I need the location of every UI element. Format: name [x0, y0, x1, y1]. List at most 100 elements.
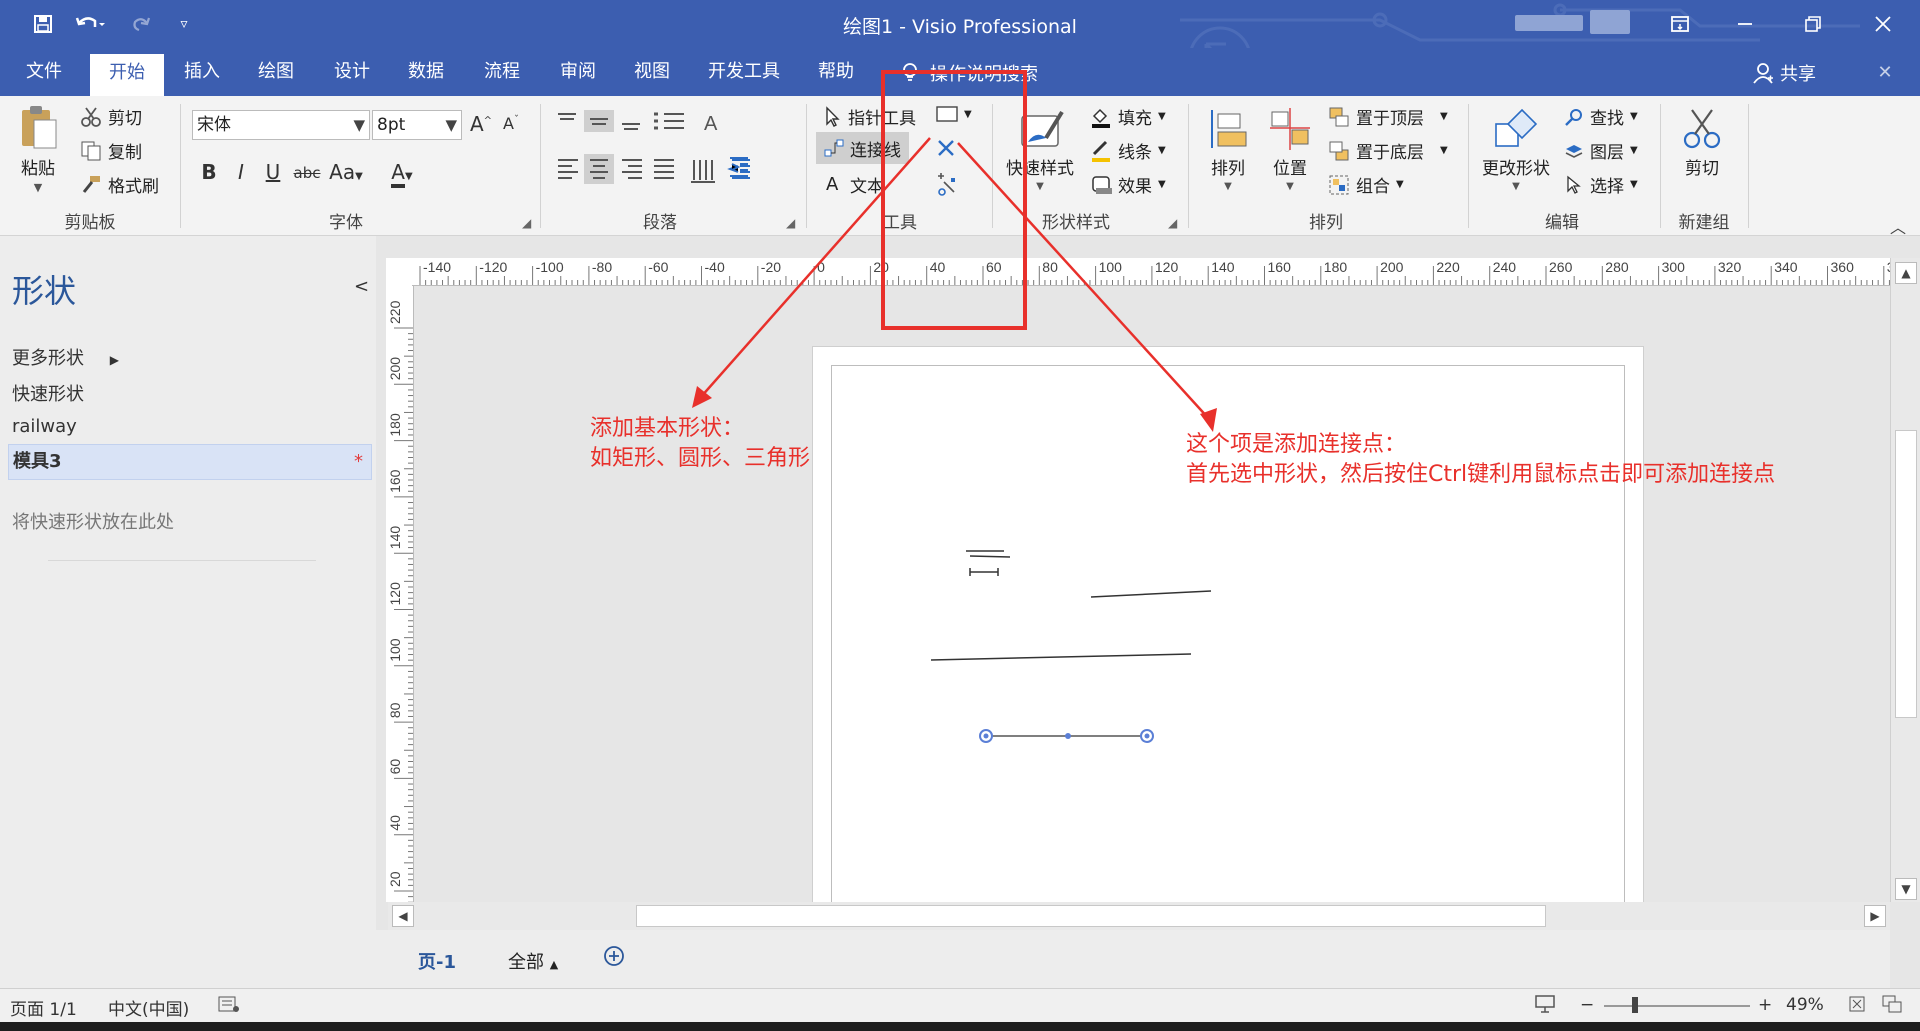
font-group-label: 字体	[329, 213, 363, 233]
tab-home[interactable]: 开始	[90, 54, 164, 96]
scroll-down-icon[interactable]: ▼	[1895, 878, 1917, 900]
tab-draw[interactable]: 绘图	[244, 48, 308, 96]
italic-button[interactable]: I	[228, 160, 254, 184]
connector-tool-button[interactable]: 连接线	[816, 132, 909, 164]
tab-review[interactable]: 审阅	[546, 48, 610, 96]
quick-shapes-item[interactable]: 快速形状	[12, 380, 84, 406]
tab-view[interactable]: 视图	[620, 48, 684, 96]
tab-developer[interactable]: 开发工具	[698, 48, 790, 96]
format-painter-button[interactable]: 格式刷	[80, 172, 159, 197]
horizontal-scrollbar[interactable]: ◀ ▶	[388, 902, 1890, 930]
change-shape-button[interactable]: 更改形状 ▼	[1482, 106, 1550, 192]
stencil-railway-item[interactable]: railway	[12, 416, 77, 437]
annotation-connection-point-line-2: 首先选中形状，然后按住Ctrl键利用鼠标点击即可添加连接点	[1186, 462, 1776, 487]
dimension-shape[interactable]	[969, 568, 999, 576]
select-button[interactable]: 选择 ▼	[1564, 172, 1638, 197]
connector-icon	[824, 139, 844, 157]
line-button[interactable]: 线条 ▼	[1090, 138, 1166, 163]
vertical-scroll-thumb[interactable]	[1895, 430, 1917, 718]
strikethrough-button[interactable]: abc	[290, 164, 324, 182]
connection-point-tool-icon[interactable]	[934, 172, 958, 196]
arrange-button[interactable]: 排列 ▼	[1206, 106, 1250, 192]
grow-font-button[interactable]: A^	[468, 112, 494, 136]
text-tool-button[interactable]: A 文本	[826, 172, 884, 197]
new-group-cut-button[interactable]: 剪切	[1680, 106, 1724, 179]
short-line-shape[interactable]	[969, 555, 1011, 558]
presentation-mode-icon[interactable]	[1534, 995, 1556, 1018]
avatar[interactable]	[1590, 10, 1630, 34]
horizontal-scroll-thumb[interactable]	[636, 905, 1546, 927]
zoom-slider[interactable]	[1604, 1005, 1750, 1007]
underline-button[interactable]: U	[260, 160, 286, 184]
close-x-blue-icon[interactable]	[936, 138, 956, 158]
all-pages-label: 全部	[508, 952, 544, 973]
share-button[interactable]: 共享	[1752, 60, 1816, 86]
switch-windows-icon[interactable]	[1882, 995, 1902, 1018]
rectangle-tool-button[interactable]: ▼	[936, 106, 972, 122]
ribbon-display-icon[interactable]	[1660, 6, 1700, 42]
bring-to-front-button[interactable]: 置于顶层 ▼	[1328, 104, 1448, 129]
change-case-button[interactable]: Aa▼	[326, 160, 366, 184]
stencil-mold3-item[interactable]: 模具3 *	[8, 444, 372, 480]
chevron-down-icon: ▼	[1440, 111, 1448, 122]
zoom-slider-thumb[interactable]	[1632, 997, 1638, 1013]
connector-endpoint-dot	[983, 733, 989, 739]
connector-midpoint-handle[interactable]	[1065, 733, 1071, 739]
copy-button[interactable]: 复制	[80, 138, 142, 163]
drawing-canvas[interactable]	[414, 286, 1890, 902]
add-page-button[interactable]	[602, 944, 626, 973]
tab-data[interactable]: 数据	[394, 48, 458, 96]
tab-file[interactable]: 文件	[14, 48, 74, 96]
fill-button[interactable]: 填充 ▼	[1090, 104, 1166, 129]
vertical-scrollbar[interactable]: ▲ ▼	[1890, 258, 1920, 902]
tab-help[interactable]: 帮助	[804, 48, 868, 96]
line-shape[interactable]	[1090, 590, 1212, 598]
fit-page-icon[interactable]	[1848, 995, 1866, 1018]
more-shapes-item[interactable]: 更多形状 ▶	[12, 344, 119, 370]
cut-button[interactable]: 剪切	[80, 104, 142, 129]
zoom-out-button[interactable]: −	[1580, 995, 1594, 1015]
page-number-status[interactable]: 页面 1/1	[10, 995, 77, 1020]
minimize-icon[interactable]	[1722, 6, 1768, 42]
line-shape[interactable]	[930, 653, 1192, 661]
ruler-label: 80	[1042, 259, 1058, 275]
tab-insert[interactable]: 插入	[170, 48, 234, 96]
close-window-icon[interactable]	[1860, 6, 1906, 42]
collapse-pane-icon[interactable]: <	[354, 276, 369, 297]
tab-design[interactable]: 设计	[320, 48, 384, 96]
paste-button[interactable]: 粘贴 ▼	[18, 104, 58, 194]
zoom-in-button[interactable]: +	[1758, 995, 1772, 1015]
font-size-select[interactable]: 8pt ▼	[372, 110, 462, 140]
scroll-left-icon[interactable]: ◀	[392, 905, 414, 927]
bold-button[interactable]: B	[196, 160, 222, 184]
send-to-back-button[interactable]: 置于底层 ▼	[1328, 138, 1448, 163]
font-dialog-launcher-icon[interactable]: ◢	[522, 216, 531, 230]
all-pages-button[interactable]: 全部 ▲	[508, 948, 558, 974]
page-tab-1[interactable]: 页-1	[418, 948, 456, 974]
shape-styles-dialog-launcher-icon[interactable]: ◢	[1168, 216, 1177, 230]
scroll-right-icon[interactable]: ▶	[1864, 905, 1886, 927]
find-button[interactable]: 查找 ▼	[1564, 104, 1638, 129]
layers-button[interactable]: 图层 ▼	[1564, 138, 1638, 163]
paragraph-dialog-launcher-icon[interactable]: ◢	[786, 216, 795, 230]
position-button[interactable]: 位置 ▼	[1268, 106, 1312, 192]
restore-icon[interactable]	[1790, 6, 1836, 42]
scroll-up-icon[interactable]: ▲	[1895, 262, 1917, 284]
indent-icon[interactable]	[728, 154, 756, 182]
tell-me-search[interactable]: 操作说明搜索	[900, 60, 1038, 86]
font-color-button[interactable]: A▼	[380, 160, 424, 188]
effects-button[interactable]: 效果 ▼	[1090, 172, 1166, 197]
paragraph-align-icons[interactable]: A	[554, 110, 754, 194]
quick-styles-button[interactable]: 快速样式 ▼	[1006, 108, 1074, 192]
pointer-tool-button[interactable]: 指针工具	[824, 104, 916, 129]
zoom-level[interactable]: 49%	[1786, 995, 1824, 1015]
macro-record-icon[interactable]	[218, 995, 240, 1018]
tab-process[interactable]: 流程	[470, 48, 534, 96]
font-name-select[interactable]: 宋体 ▼	[192, 110, 370, 140]
language-status[interactable]: 中文(中国)	[108, 995, 189, 1020]
collapse-ribbon-icon[interactable]: ︿	[1890, 214, 1906, 238]
group-button[interactable]: 组合 ▼	[1328, 172, 1404, 197]
canvas-shapes[interactable]	[414, 286, 1890, 902]
close-document-icon[interactable]: ✕	[1870, 54, 1900, 90]
shrink-font-button[interactable]: Aˇ	[498, 114, 524, 133]
